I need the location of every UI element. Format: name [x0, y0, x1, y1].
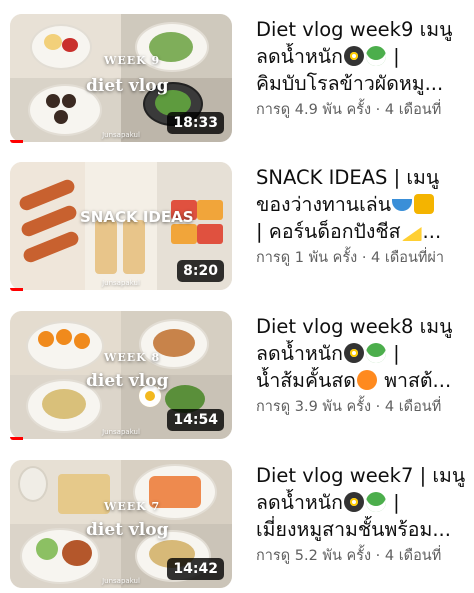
- duration-badge: 14:42: [167, 558, 224, 580]
- view-count-and-age: การดู 4.9 พัน ครั้ง · 4 เดือนที่: [256, 102, 442, 118]
- salad-icon: [365, 492, 386, 512]
- title-text: ของว่างทานเล่น: [256, 193, 392, 216]
- cheese-icon: [401, 227, 422, 241]
- view-count-and-age: การดู 3.9 พัน ครั้ง · 4 เดือนที่: [256, 399, 442, 415]
- title-text: น้ำส้มคั้นสด: [256, 369, 356, 392]
- video-item[interactable]: WEEK 8 diet vlog Junsapakul 14:54 Diet v…: [0, 311, 474, 441]
- video-item[interactable]: SNACK IDEAS Junsapakul 8:20 SNACK IDEAS …: [0, 162, 474, 292]
- video-list: WEEK 9 diet vlog Junsapakul 18:33 Diet v…: [0, 0, 474, 593]
- bowl-icon: [392, 199, 413, 211]
- salad-icon: [365, 343, 386, 363]
- video-title[interactable]: SNACK IDEAS | เมนู ของว่างทานเล่น | คอร์…: [256, 164, 474, 245]
- channel-watermark: Junsapakul: [102, 428, 140, 436]
- frying-pan-icon: [343, 46, 364, 66]
- vlog-overlay: diet vlog: [86, 520, 169, 540]
- video-meta[interactable]: Diet vlog week9 เมนู ลดน้ำหนัก | คิมบับโ…: [256, 16, 474, 121]
- snack-overlay: SNACK IDEAS: [80, 208, 194, 226]
- title-line: Diet vlog week7 | เมนู: [256, 464, 466, 487]
- title-separator: |: [393, 342, 400, 365]
- duration-badge: 8:20: [177, 260, 224, 282]
- watch-progress-bar: [10, 140, 232, 143]
- orange-icon: [356, 370, 377, 390]
- watch-progress-bar: [10, 437, 232, 440]
- title-text: | คอร์นด็อกปังชีส: [256, 220, 401, 243]
- week-overlay: WEEK 9: [104, 54, 161, 67]
- video-item[interactable]: WEEK 7 diet vlog Junsapakul 14:42 Diet v…: [0, 460, 474, 590]
- title-line: Diet vlog week8 เมนู: [256, 315, 453, 338]
- video-meta[interactable]: Diet vlog week7 | เมนู ลดน้ำหนัก | เมี่ย…: [256, 462, 474, 567]
- week-overlay: WEEK 7: [104, 500, 161, 513]
- title-text: ลดน้ำหนัก: [256, 45, 343, 68]
- title-line: ของว่างทานเล่น: [256, 191, 474, 218]
- title-line: คิมบับโรลข้าวผัดหมู...: [256, 72, 444, 95]
- video-meta[interactable]: Diet vlog week8 เมนู ลดน้ำหนัก | น้ำส้มค…: [256, 313, 474, 418]
- watch-progress-bar: [10, 288, 232, 291]
- title-line: Diet vlog week9 เมนู: [256, 18, 453, 41]
- title-line: ลดน้ำหนัก |: [256, 489, 474, 516]
- video-thumbnail[interactable]: WEEK 7 diet vlog Junsapakul 14:42: [10, 460, 232, 588]
- video-meta[interactable]: SNACK IDEAS | เมนู ของว่างทานเล่น | คอร์…: [256, 164, 474, 269]
- video-title[interactable]: Diet vlog week8 เมนู ลดน้ำหนัก | น้ำส้มค…: [256, 313, 474, 394]
- video-thumbnail[interactable]: WEEK 9 diet vlog Junsapakul 18:33: [10, 14, 232, 142]
- channel-watermark: Junsapakul: [102, 577, 140, 585]
- frying-pan-icon: [343, 343, 364, 363]
- title-line: เมี่ยงหมูสามชั้นพร้อม...: [256, 518, 451, 541]
- duration-badge: 18:33: [167, 112, 224, 134]
- video-thumbnail[interactable]: WEEK 8 diet vlog Junsapakul 14:54: [10, 311, 232, 439]
- channel-watermark: Junsapakul: [102, 131, 140, 139]
- title-text: ลดน้ำหนัก: [256, 491, 343, 514]
- duration-badge: 14:54: [167, 409, 224, 431]
- view-count-and-age: การดู 1 พัน ครั้ง · 4 เดือนที่ผ่า: [256, 250, 445, 266]
- video-title[interactable]: Diet vlog week9 เมนู ลดน้ำหนัก | คิมบับโ…: [256, 16, 474, 97]
- video-item[interactable]: WEEK 9 diet vlog Junsapakul 18:33 Diet v…: [0, 14, 474, 144]
- title-separator: |: [393, 45, 400, 68]
- title-line: ลดน้ำหนัก |: [256, 340, 474, 367]
- frying-pan-icon: [343, 492, 364, 512]
- vlog-overlay: diet vlog: [86, 371, 169, 391]
- view-count-and-age: การดู 5.2 พัน ครั้ง · 4 เดือนที่: [256, 548, 442, 564]
- vlog-overlay: diet vlog: [86, 76, 169, 96]
- video-title[interactable]: Diet vlog week7 | เมนู ลดน้ำหนัก | เมี่ย…: [256, 462, 474, 543]
- title-text: ลดน้ำหนัก: [256, 342, 343, 365]
- title-text: พาสต้...: [384, 369, 452, 392]
- title-line: SNACK IDEAS | เมนู: [256, 166, 440, 189]
- title-line: ลดน้ำหนัก |: [256, 43, 474, 70]
- video-thumbnail[interactable]: SNACK IDEAS Junsapakul 8:20: [10, 162, 232, 290]
- title-line: น้ำส้มคั้นสด พาสต้...: [256, 367, 474, 394]
- week-overlay: WEEK 8: [104, 351, 161, 364]
- title-separator: |: [393, 491, 400, 514]
- channel-watermark: Junsapakul: [102, 279, 140, 287]
- salad-icon: [365, 46, 386, 66]
- honey-icon: [414, 194, 435, 214]
- title-line: | คอร์นด็อกปังชีส...: [256, 220, 442, 243]
